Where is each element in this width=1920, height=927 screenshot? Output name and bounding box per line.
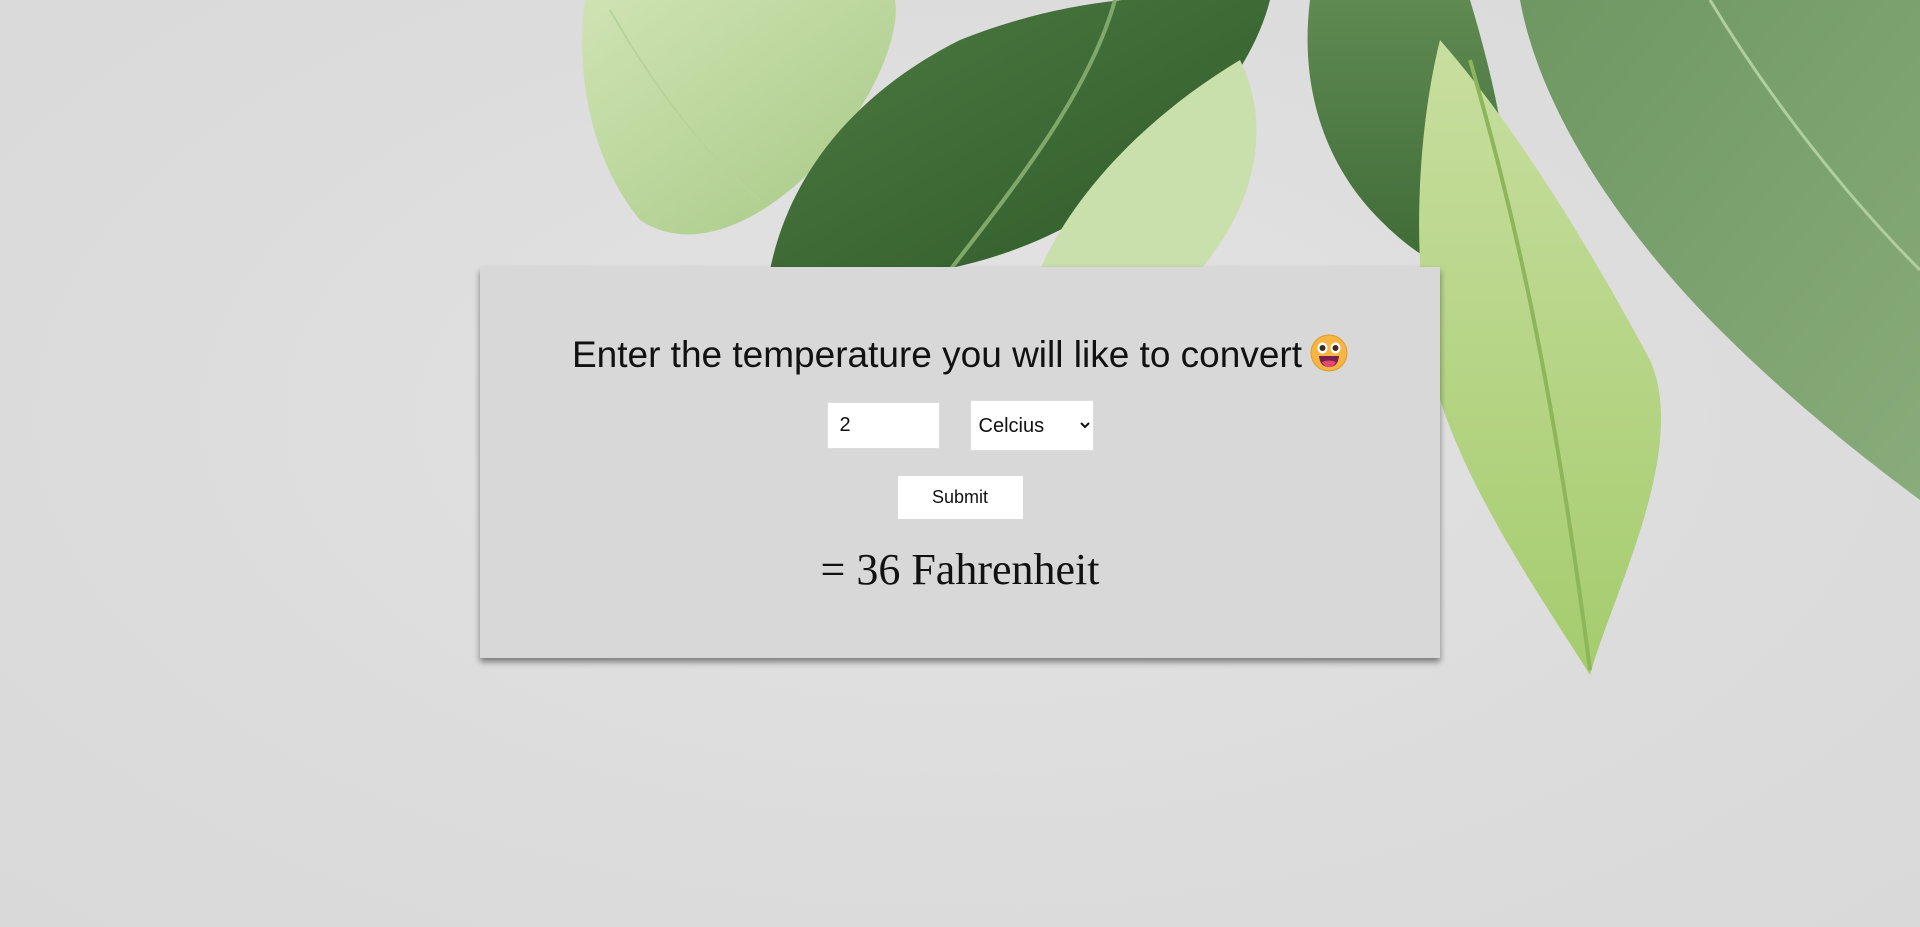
grinning-face-emoji-icon xyxy=(1310,334,1348,372)
unit-select[interactable]: Celcius xyxy=(969,400,1094,451)
converter-card: Enter the temperature you will like to c… xyxy=(480,267,1440,658)
submit-button[interactable]: Submit xyxy=(897,476,1023,519)
input-row: Celcius xyxy=(480,400,1440,451)
heading-text: Enter the temperature you will like to c… xyxy=(571,334,1303,375)
page-background: Enter the temperature you will like to c… xyxy=(0,0,1920,927)
converter-heading: Enter the temperature you will like to c… xyxy=(480,267,1440,377)
temperature-input[interactable] xyxy=(826,402,940,449)
conversion-result: = 36 Fahrenheit xyxy=(820,545,1100,594)
